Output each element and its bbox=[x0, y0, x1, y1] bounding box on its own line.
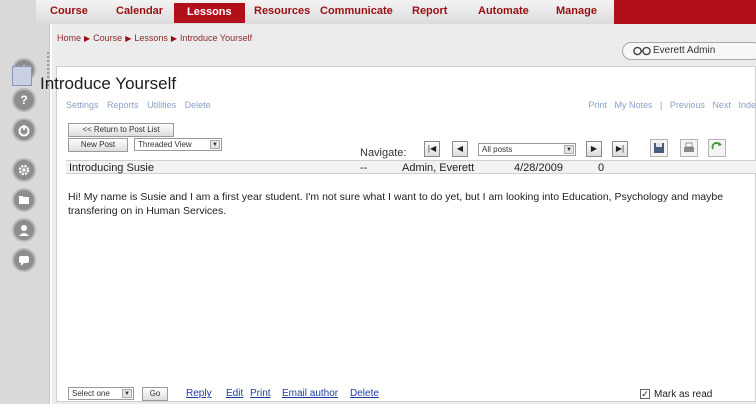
email-author-link[interactable]: Email author bbox=[282, 388, 338, 399]
action-select-value: Select one bbox=[72, 389, 110, 398]
view-select-value: Threaded View bbox=[138, 140, 192, 149]
nav-communicate[interactable]: Communicate bbox=[320, 5, 393, 17]
link-divider: | bbox=[660, 100, 663, 110]
next-post-button[interactable]: ▶ bbox=[586, 141, 602, 157]
mark-as-read-label: Mark as read bbox=[654, 389, 713, 400]
chat-icon[interactable] bbox=[12, 248, 36, 272]
person-icon[interactable] bbox=[12, 218, 36, 242]
breadcrumb-separator-icon: ▶ bbox=[84, 34, 91, 43]
folder-icon[interactable] bbox=[12, 188, 36, 212]
navigate-label: Navigate: bbox=[360, 147, 407, 159]
print-icon[interactable] bbox=[680, 139, 698, 157]
delete-link[interactable]: Delete bbox=[185, 100, 211, 110]
print-post-link[interactable]: Print bbox=[250, 388, 271, 399]
post-body: Hi! My name is Susie and I am a first ye… bbox=[68, 191, 724, 217]
top-nav: Course Calendar Lessons Resources Commun… bbox=[36, 0, 756, 24]
reports-link[interactable]: Reports bbox=[107, 100, 139, 110]
breadcrumb-separator-icon: ▶ bbox=[125, 34, 132, 43]
print-link[interactable]: Print bbox=[588, 100, 607, 110]
nav-automate[interactable]: Automate bbox=[478, 5, 529, 17]
post-subject[interactable]: Introducing Susie bbox=[69, 162, 154, 174]
chevron-down-icon: ▼ bbox=[122, 389, 132, 398]
save-icon[interactable] bbox=[650, 139, 668, 157]
power-icon[interactable] bbox=[12, 118, 36, 142]
sidebar: ? bbox=[0, 0, 50, 404]
chevron-down-icon: ▼ bbox=[210, 140, 220, 149]
mark-as-read-checkbox[interactable]: ✓ bbox=[640, 389, 650, 399]
utilities-link[interactable]: Utilities bbox=[147, 100, 176, 110]
first-post-button[interactable]: |◀ bbox=[424, 141, 440, 157]
nav-calendar[interactable]: Calendar bbox=[116, 5, 163, 17]
settings-link[interactable]: Settings bbox=[66, 100, 99, 110]
action-select[interactable]: Select one ▼ bbox=[68, 387, 134, 400]
view-select[interactable]: Threaded View ▼ bbox=[134, 138, 222, 151]
breadcrumb-current: Introduce Yourself bbox=[180, 33, 253, 43]
nav-resources[interactable]: Resources bbox=[254, 5, 310, 17]
post-row[interactable]: Introducing Susie -- Admin, Everett 4/28… bbox=[66, 160, 756, 174]
page-actions: Settings Reports Utilities Delete bbox=[66, 100, 217, 110]
breadcrumb-lessons[interactable]: Lessons bbox=[134, 33, 168, 43]
edit-link[interactable]: Edit bbox=[226, 388, 243, 399]
nav-report[interactable]: Report bbox=[412, 5, 447, 17]
chevron-down-icon: ▼ bbox=[564, 145, 574, 154]
top-nav-accent bbox=[614, 0, 756, 24]
nav-course[interactable]: Course bbox=[50, 5, 88, 17]
breadcrumb-separator-icon: ▶ bbox=[170, 34, 178, 43]
page-navigation-links: Print My Notes | Previous Next Inde bbox=[583, 100, 756, 110]
index-link[interactable]: Inde bbox=[738, 100, 756, 110]
post-count: 0 bbox=[598, 162, 605, 174]
gear-icon[interactable] bbox=[12, 158, 36, 182]
breadcrumb: Home ▶ Course ▶ Lessons ▶ Introduce Yourself bbox=[57, 33, 252, 43]
content-panel bbox=[56, 66, 756, 402]
previous-link[interactable]: Previous bbox=[670, 100, 705, 110]
post-filter-value: All posts bbox=[482, 145, 513, 154]
refresh-icon[interactable] bbox=[708, 139, 726, 157]
help-icon[interactable]: ? bbox=[12, 88, 36, 112]
post-dash: -- bbox=[360, 162, 368, 174]
delete-post-link[interactable]: Delete bbox=[350, 388, 379, 399]
my-notes-link[interactable]: My Notes bbox=[615, 100, 653, 110]
new-post-button[interactable]: New Post bbox=[68, 138, 128, 152]
return-to-post-list-button[interactable]: << Return to Post List bbox=[68, 123, 174, 137]
last-post-button[interactable]: ▶| bbox=[612, 141, 628, 157]
previous-post-button[interactable]: ◀ bbox=[452, 141, 468, 157]
nav-lessons[interactable]: Lessons bbox=[174, 3, 245, 23]
nav-manage[interactable]: Manage bbox=[556, 5, 597, 17]
breadcrumb-home[interactable]: Home bbox=[57, 33, 81, 43]
glasses-icon bbox=[633, 46, 651, 56]
post-filter-select[interactable]: All posts ▼ bbox=[478, 143, 576, 156]
reply-link[interactable]: Reply bbox=[186, 388, 212, 399]
breadcrumb-course[interactable]: Course bbox=[93, 33, 122, 43]
post-actions-bar: Select one ▼ Go Reply Edit Print Email a… bbox=[68, 384, 756, 402]
page-title: Introduce Yourself bbox=[40, 74, 177, 93]
post-date: 4/28/2009 bbox=[514, 162, 563, 174]
next-link[interactable]: Next bbox=[712, 100, 731, 110]
user-menu[interactable]: Everett Admin bbox=[622, 42, 756, 60]
go-button[interactable]: Go bbox=[142, 387, 168, 401]
user-name: Everett Admin bbox=[653, 45, 716, 56]
post-author: Admin, Everett bbox=[402, 162, 475, 174]
lesson-page-icon bbox=[12, 66, 32, 86]
